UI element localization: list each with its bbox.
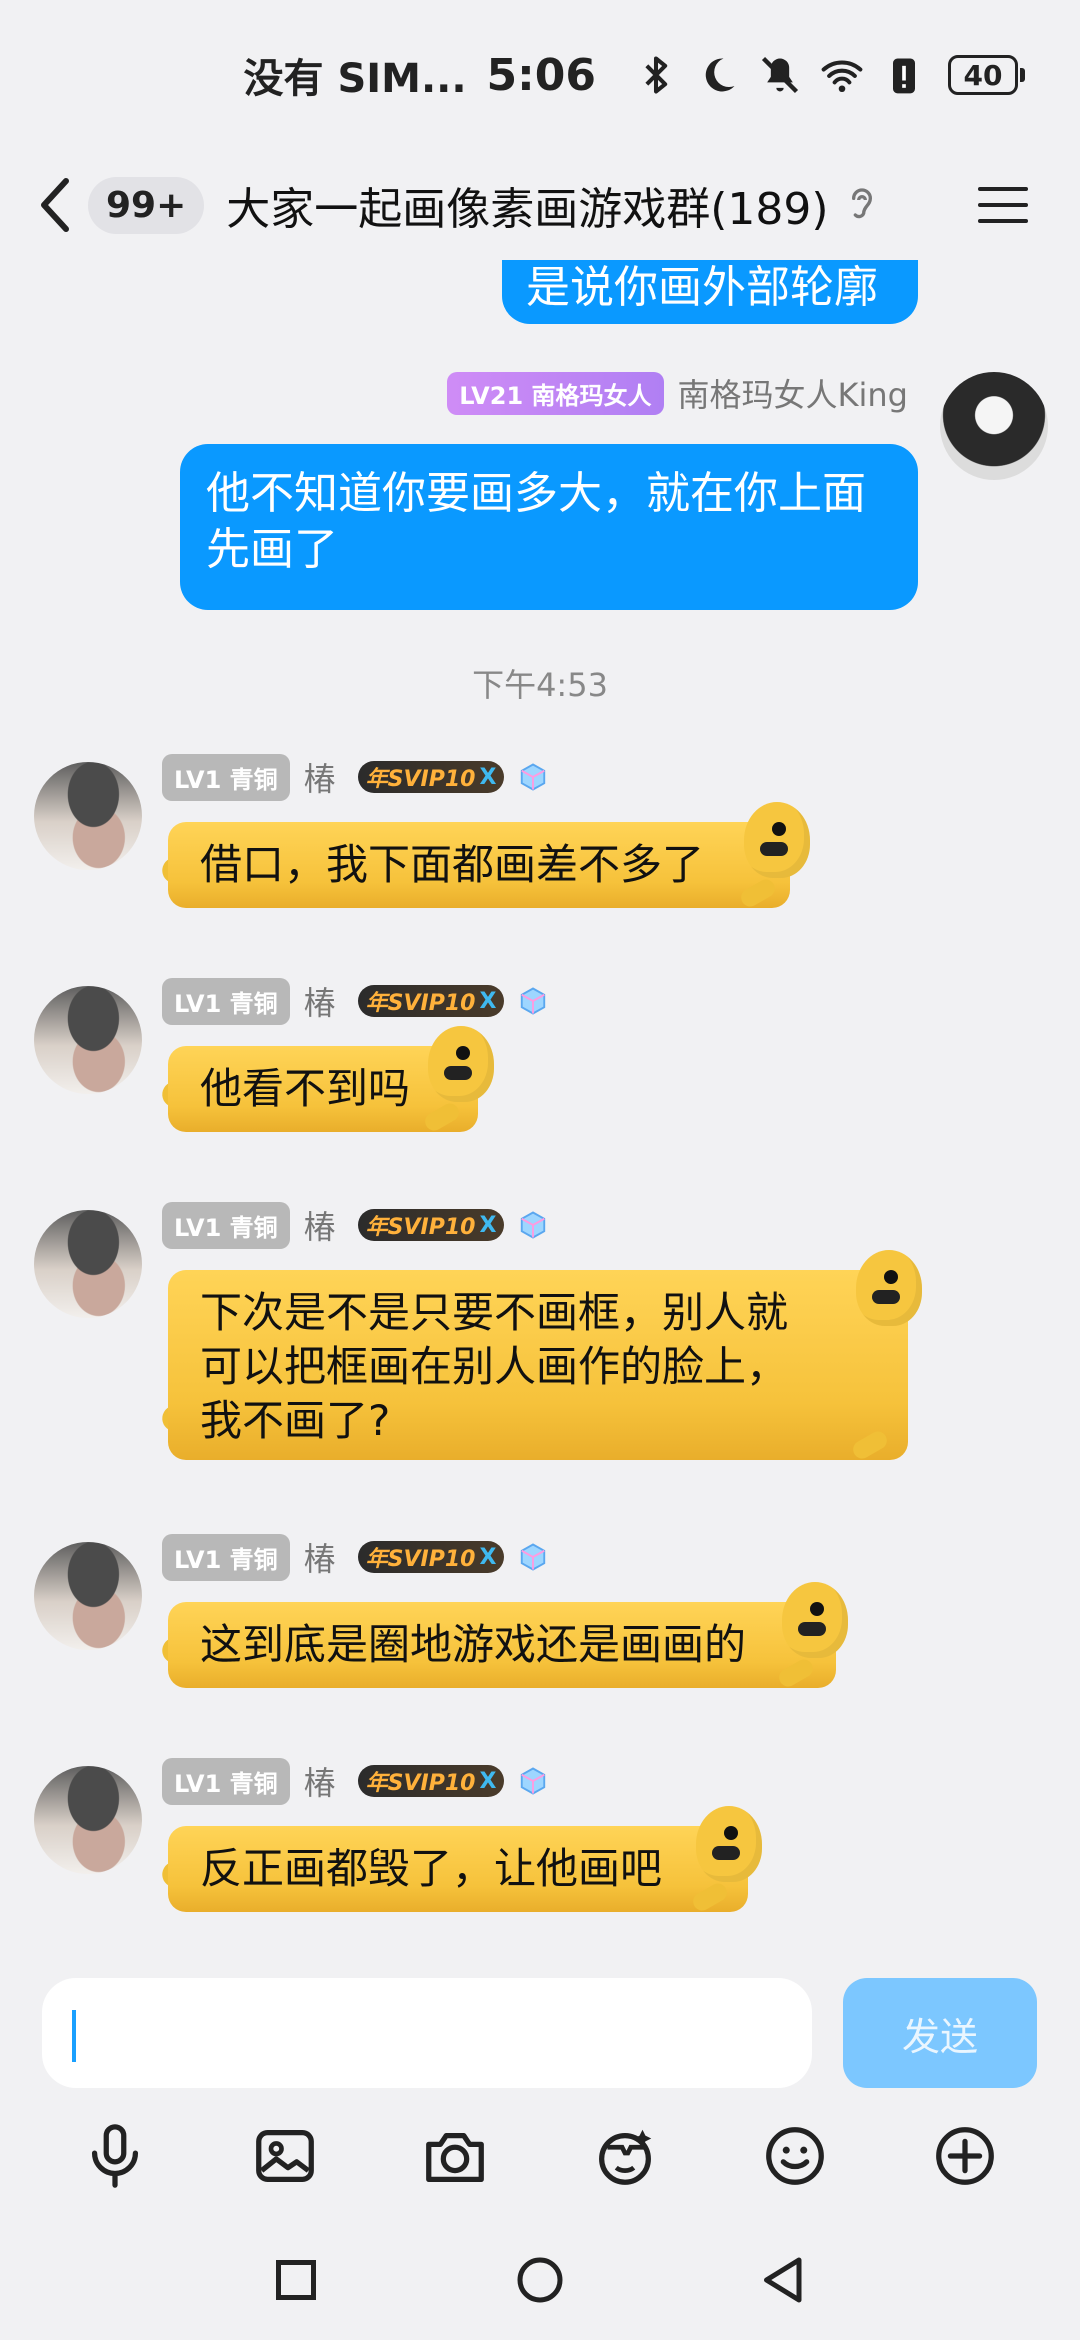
level-badge: LV1 青铜 [162,753,290,801]
svip-badge: 年SVIP10 X [357,985,505,1017]
sticker-message-bubble[interactable]: 下次是不是只要不画框，别人就 可以把框画在别人画作的脸上， 我不画了? [168,1270,908,1460]
send-button[interactable]: 发送 [843,1978,1037,2088]
message-meta: LV1 青铜 椿 年SVIP10 X [162,753,548,801]
avatar[interactable] [34,986,142,1094]
image-icon[interactable] [250,2121,320,2191]
message-line: 反正画都毁了，让他画吧 [200,1844,663,1893]
message-line: 先画了 [206,524,338,575]
sender-name[interactable]: 南格玛女人King [678,370,908,416]
svip-badge: 年SVIP10 X [357,761,505,793]
message-line: 借口，我下面都画差不多了 [200,840,705,889]
status-bar: 没有 SIM... 5:06 40 [0,0,1080,150]
back-triangle-icon[interactable] [754,2250,814,2310]
duck-head-icon [782,1582,848,1658]
timestamp: 下午4:53 [472,666,608,704]
avatar[interactable] [34,1210,142,1318]
level-badge: LV1 青铜 [162,1201,290,1249]
own-message-bubble-partial[interactable]: 是说你画外部轮廓 [502,260,918,324]
cube-icon [521,987,546,1015]
sender-name[interactable]: 椿 [304,754,336,800]
svip-badge: 年SVIP10 X [357,1541,505,1573]
level-badge: LV1 青铜 [162,977,290,1025]
microphone-icon[interactable] [80,2121,150,2191]
clock: 5:06 [486,49,596,101]
composer: 发送 [0,1962,1080,2102]
composer-toolbar [0,2102,1080,2210]
message-line: 我不画了? [200,1396,391,1445]
chat-screen: 没有 SIM... 5:06 40 99+ 大家一起画像素画游戏群(189) 是… [0,0,1080,2340]
carrier-status: 没有 SIM... [243,56,467,102]
recents-square-icon[interactable] [266,2250,326,2310]
mute-icon [761,56,799,94]
cube-icon [521,763,546,791]
message-meta: LV1 青铜 椿 年SVIP10 X [162,1201,548,1249]
sticker-message-bubble[interactable]: 借口，我下面都画差不多了 [168,822,790,908]
level-badge: LV1 青铜 [162,1533,290,1581]
avatar[interactable] [940,372,1048,480]
message-list[interactable]: 是说你画外部轮廓 LV21 南格玛女人 南格玛女人King 他不知道你要画多大，… [0,260,1080,1960]
avatar[interactable] [34,762,142,870]
level-badge: LV1 青铜 [162,1757,290,1805]
chat-header: 99+ 大家一起画像素画游戏群(189) [0,150,1080,260]
system-navigation-bar [0,2220,1080,2340]
wifi-icon [821,60,863,93]
battery-alert-icon [893,58,915,94]
group-title[interactable]: 大家一起画像素画游戏群(189) [226,173,828,237]
unread-count-badge[interactable]: 99+ [88,176,205,234]
duck-head-icon [744,802,810,878]
message-meta: LV1 青铜 椿 年SVIP10 X [162,1533,548,1581]
cube-icon [521,1543,546,1571]
moon-icon [705,58,735,92]
chevron-left-icon[interactable] [36,175,76,235]
svip-badge: 年SVIP10 X [357,1209,505,1241]
duck-head-icon [856,1250,922,1326]
level-badge: LV21 南格玛女人 [447,371,664,415]
duck-head-icon [428,1026,494,1102]
sender-name[interactable]: 椿 [304,1202,336,1248]
bluetooth-icon [645,56,668,94]
own-message-meta: LV21 南格玛女人 南格玛女人King [447,370,908,416]
sticker-message-bubble[interactable]: 反正画都毁了，让他画吧 [168,1826,748,1912]
message-line: 他看不到吗 [200,1064,411,1113]
hamburger-menu-icon[interactable] [976,183,1030,227]
sender-name[interactable]: 椿 [304,978,336,1024]
sticker-icon[interactable] [590,2121,660,2191]
message-line: 这到底是圈地游戏还是画画的 [200,1620,747,1669]
cube-icon [521,1767,546,1795]
cube-icon [521,1211,546,1239]
battery-level: 40 [963,58,1003,92]
emoji-icon[interactable] [760,2121,830,2191]
camera-icon[interactable] [420,2121,490,2191]
message-line: 他不知道你要画多大，就在你上面 [206,468,866,519]
battery-indicator: 40 [948,55,1025,95]
sender-name[interactable]: 椿 [304,1758,336,1804]
home-circle-icon[interactable] [510,2250,570,2310]
text-caret [72,2010,76,2062]
own-message-bubble[interactable]: 他不知道你要画多大，就在你上面 先画了 [180,444,918,610]
plus-icon[interactable] [930,2121,1000,2191]
message-line: 下次是不是只要不画框，别人就 [200,1288,789,1337]
avatar[interactable] [34,1542,142,1650]
message-input[interactable] [42,1978,812,2088]
avatar[interactable] [34,1766,142,1874]
message-meta: LV1 青铜 椿 年SVIP10 X [162,1757,548,1805]
sticker-message-bubble[interactable]: 这到底是圈地游戏还是画画的 [168,1602,836,1688]
ear-icon[interactable] [845,185,879,225]
duck-head-icon [696,1806,762,1882]
message-meta: LV1 青铜 椿 年SVIP10 X [162,977,548,1025]
message-line: 可以把框画在别人画作的脸上， [200,1342,789,1391]
sender-name[interactable]: 椿 [304,1534,336,1580]
svip-badge: 年SVIP10 X [357,1765,505,1797]
